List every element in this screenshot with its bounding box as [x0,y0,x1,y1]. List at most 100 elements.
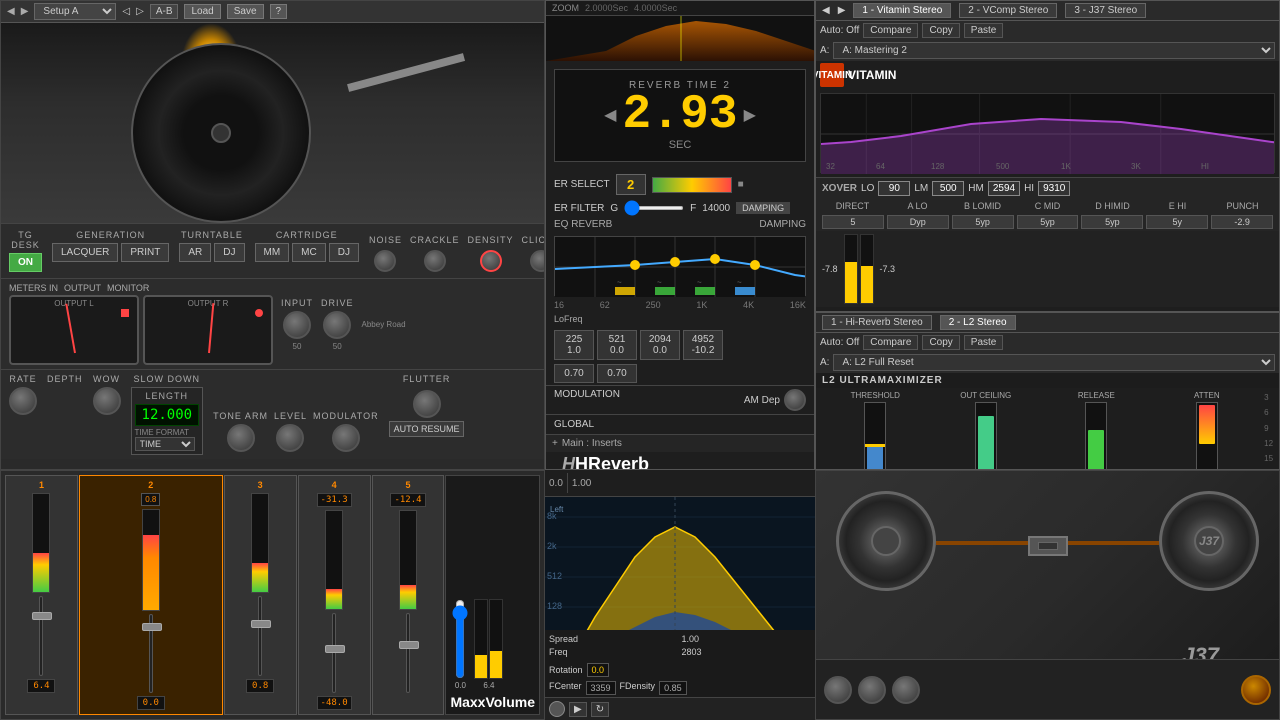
band-btn-5y[interactable]: 5y [1146,215,1208,229]
nav-back-icon-2[interactable]: ◀ [822,5,830,16]
hi-reverb-tab[interactable]: 1 - Hi-Reverb Stereo [822,315,932,330]
auto-resume-btn[interactable]: AUTO RESUME [389,421,465,437]
hi-val[interactable]: 9310 [1038,181,1070,196]
slow-down-control: LENGTH 12.000 TIME FORMAT TIME [131,387,204,455]
eq-band4-gain: -10.2 [690,345,716,356]
reverb-increment-btn[interactable]: ▶ [744,105,756,125]
vitamin-vu-row: -7.8 -7.3 [816,231,1279,307]
ch4-fader-handle[interactable] [325,645,345,653]
lacquer-btn[interactable]: LACQUER [52,243,118,262]
arrow-left-icon[interactable]: ◁ [122,6,130,17]
paste-btn[interactable]: Paste [964,23,1004,38]
mastering-preset-select[interactable]: A: Mastering 2 [833,42,1275,59]
l2-copy-btn[interactable]: Copy [922,335,959,350]
band-btn-5yp2[interactable]: 5yp [1017,215,1079,229]
crackle-knob[interactable] [424,250,446,272]
ar-btn[interactable]: AR [179,243,211,262]
vcomp-tab[interactable]: 2 - VComp Stereo [959,3,1057,18]
hm-val[interactable]: 2594 [988,181,1020,196]
band-btn-5yp3[interactable]: 5yp [1081,215,1143,229]
time-format-select[interactable]: TIME [135,437,195,451]
band-btn-dyp[interactable]: Dyp [887,215,949,229]
tone-arm-knob[interactable] [227,424,255,452]
release-meter [1085,402,1107,470]
vu-right-val: -7.3 [880,264,896,274]
l2-tab[interactable]: 2 - L2 Stereo [940,315,1016,330]
flutter-knob[interactable] [413,390,441,418]
compare-btn[interactable]: Compare [863,23,918,38]
input-knob[interactable] [283,311,311,339]
noise-knob[interactable] [374,250,396,272]
svg-text:32: 32 [826,162,835,171]
setup-dropdown[interactable]: Setup A [34,3,116,20]
nav-back-icon[interactable]: ◀ [7,6,15,17]
nav-forward-icon-2[interactable]: ▶ [838,5,846,16]
ch2-num: 2 [148,480,153,490]
insert-icon: + [552,438,558,449]
drive-knob[interactable] [323,311,351,339]
play-btn[interactable]: ▶ [569,702,587,717]
damping-tab[interactable]: DAMPING [736,202,790,214]
vu-right-fill [861,266,873,303]
band-btn-neg29[interactable]: -2.9 [1211,215,1273,229]
dj-btn[interactable]: DJ [214,243,244,262]
hm-label: HM [968,183,984,194]
ch3-fader-handle[interactable] [251,620,271,628]
ab-btn[interactable]: A-B [150,4,179,19]
help-icon[interactable]: ? [270,4,288,19]
reverb-top-bar: ZOOM 2.0000Sec 4.0000Sec [546,1,814,16]
j37-knob-large[interactable] [1241,675,1271,705]
j37-tab[interactable]: 3 - J37 Stereo [1065,3,1146,18]
vitamin-tab[interactable]: 1 - Vitamin Stereo [853,3,951,18]
mc-btn[interactable]: MC [292,243,326,262]
lo-val[interactable]: 90 [878,181,910,196]
on-button[interactable]: ON [9,253,42,272]
copy-btn[interactable]: Copy [922,23,959,38]
scale-15: 15 [1264,454,1273,463]
l2-preset-bar: Auto: Off Compare Copy Paste [816,333,1279,352]
band-btn-5yp[interactable]: 5yp [952,215,1014,229]
reverb-decrement-btn[interactable]: ◀ [604,105,616,125]
l2-preset-select[interactable]: A: L2 Full Reset [833,354,1275,371]
ch5-fader-handle[interactable] [399,641,419,649]
lm-val[interactable]: 500 [932,181,964,196]
ch5-level-top: -12.4 [390,493,425,507]
am-dep-knob[interactable] [784,389,806,411]
er-tab-icon[interactable]: ■ [738,179,744,190]
load-button[interactable]: Load [184,4,220,19]
save-button[interactable]: Save [227,4,264,19]
density-knob[interactable] [480,250,502,272]
level-knob[interactable] [276,424,304,452]
band-btn-5[interactable]: 5 [822,215,884,229]
mm-btn[interactable]: MM [255,243,290,262]
eq-band-4[interactable]: 4952 -10.2 [683,330,723,360]
ch1-fader-handle[interactable] [32,612,52,620]
er-filter-slider[interactable] [624,206,684,210]
arrow-right-icon[interactable]: ▷ [136,6,144,17]
modulator-knob[interactable] [332,424,360,452]
hrreverb-logo-container: HHReverb [546,452,814,470]
j37-knob-3[interactable] [892,676,920,704]
dj2-btn[interactable]: DJ [329,243,359,262]
j37-knob-1[interactable] [824,676,852,704]
l2-compare-btn[interactable]: Compare [863,335,918,350]
vitamin-header: VITAMIN VITAMIN [816,61,1279,89]
wow-knob[interactable] [93,387,121,415]
fdensity-label: FDensity [620,681,656,695]
l2-paste-btn[interactable]: Paste [964,335,1004,350]
j37-knob-2[interactable] [858,676,886,704]
nav-forward-icon[interactable]: ▶ [21,6,29,17]
print-btn[interactable]: PRINT [121,243,169,262]
transport-knob[interactable] [549,701,565,717]
ch4-meter-fill [326,589,342,609]
er-select-value[interactable]: 2 [616,174,646,195]
loop-btn[interactable]: ↻ [591,702,609,717]
eq-band-2[interactable]: 521 0.0 [597,330,637,360]
eq-band-3[interactable]: 2094 0.0 [640,330,680,360]
rate-knob[interactable] [9,387,37,415]
l2-controls: THRESHOLD -7.5 OUT CEILING 0.0 RELEASE [816,388,1279,470]
eq-band-1[interactable]: 225 1.0 [554,330,594,360]
ch2-fader-handle[interactable] [142,623,162,631]
main-fader-1[interactable] [450,599,470,679]
clicks-knob[interactable] [530,250,545,272]
